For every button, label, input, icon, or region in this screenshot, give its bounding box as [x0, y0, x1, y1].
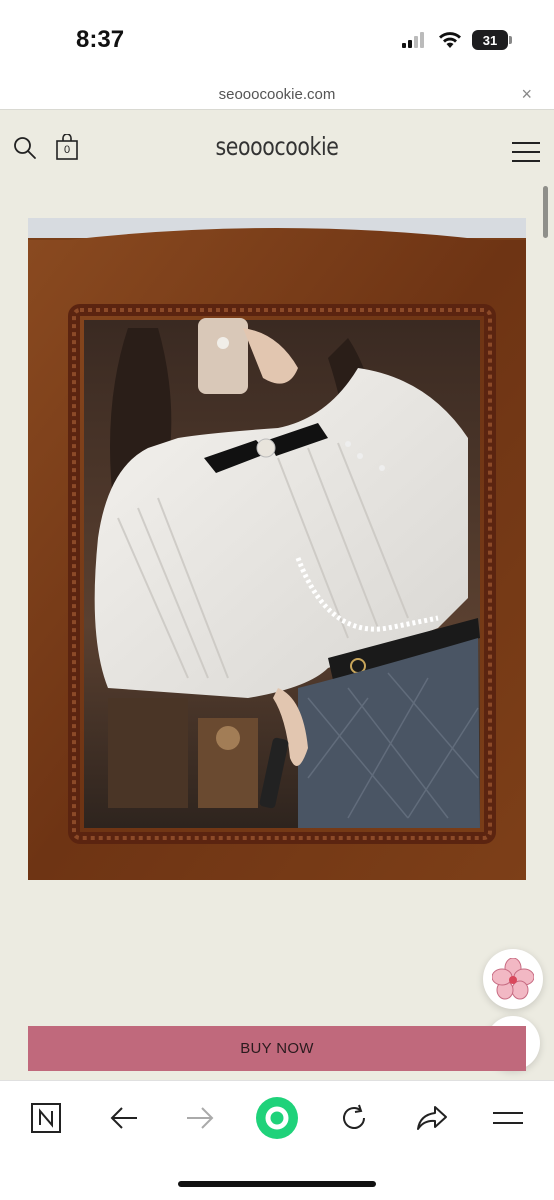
url-text[interactable]: seooocookie.com	[0, 86, 554, 103]
menu-button[interactable]	[512, 142, 540, 167]
forward-button[interactable]	[178, 1098, 222, 1138]
signal-icon	[402, 32, 424, 48]
status-bar: 8:37 31	[0, 0, 554, 82]
back-arrow-icon	[110, 1107, 137, 1129]
menu-icon	[493, 1112, 523, 1124]
naver-home-button[interactable]	[24, 1098, 68, 1138]
back-button[interactable]	[102, 1098, 146, 1138]
battery-level: 31	[482, 32, 498, 48]
flower-icon	[492, 958, 534, 1000]
status-icons: 31	[402, 30, 512, 50]
forward-arrow-icon	[187, 1107, 214, 1129]
url-bar[interactable]: seooocookie.com ×	[0, 82, 554, 110]
site-logo[interactable]: seooocookie	[50, 132, 504, 161]
buy-now-button[interactable]: BUY NOW	[28, 1026, 526, 1071]
green-home-icon	[256, 1097, 298, 1139]
hamburger-icon	[512, 142, 540, 162]
share-button[interactable]	[410, 1098, 454, 1138]
refresh-button[interactable]	[332, 1098, 376, 1138]
product-photo	[28, 218, 526, 880]
green-dot-button[interactable]	[254, 1095, 300, 1141]
search-button[interactable]	[13, 136, 37, 165]
refresh-icon	[343, 1104, 365, 1129]
flower-float-button[interactable]	[483, 949, 543, 1009]
battery-icon: 31	[472, 30, 512, 50]
scrollbar-thumb[interactable]	[543, 186, 548, 238]
product-image[interactable]	[28, 218, 526, 880]
share-icon	[417, 1106, 447, 1130]
wifi-icon	[439, 32, 461, 48]
naver-n-icon	[31, 1103, 61, 1133]
browser-menu-button[interactable]	[486, 1098, 530, 1138]
status-time: 8:37	[76, 26, 125, 53]
home-indicator[interactable]	[178, 1181, 376, 1187]
site-header: 0 seooocookie	[0, 110, 554, 184]
search-icon	[14, 137, 36, 159]
close-icon[interactable]: ×	[521, 84, 532, 105]
